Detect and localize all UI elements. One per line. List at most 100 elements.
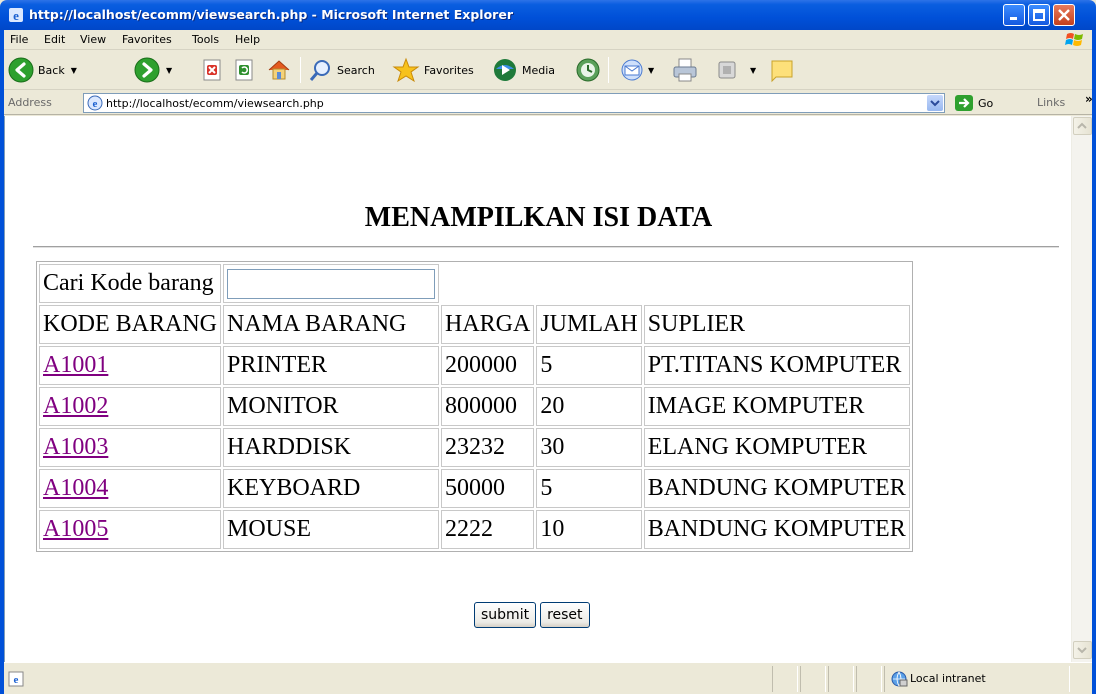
mail-icon (621, 59, 643, 81)
minimize-icon (1010, 17, 1017, 20)
search-input[interactable] (227, 268, 435, 299)
address-dropdown-button[interactable] (927, 95, 943, 111)
address-url: http://localhost/ecomm/viewsearch.php (106, 97, 324, 110)
page-status-icon: e (8, 671, 24, 687)
scroll-up-button[interactable] (1073, 117, 1092, 135)
form-buttons: submit reset (474, 602, 590, 628)
page-ie-icon: e (87, 95, 103, 111)
jumlah-cell: 5 (536, 346, 642, 385)
menu-bar: File Edit View Favorites Tools Help (4, 30, 1092, 50)
kode-link[interactable]: A1005 (43, 516, 108, 542)
messenger-button[interactable] (768, 56, 796, 84)
nama-cell: MONITOR (223, 387, 439, 426)
back-button[interactable]: Back ▼ (8, 56, 77, 84)
toolbar-overflow-icon[interactable]: » (1085, 92, 1093, 106)
kode-link[interactable]: A1003 (43, 434, 108, 460)
mail-dropdown-icon[interactable]: ▼ (648, 66, 654, 75)
kode-link[interactable]: A1001 (43, 352, 108, 378)
back-icon (8, 57, 34, 83)
status-pane (856, 666, 882, 692)
home-button[interactable] (266, 56, 292, 84)
edit-button[interactable]: ▼ (716, 56, 756, 84)
stop-icon (203, 59, 221, 81)
mail-button[interactable]: ▼ (618, 56, 654, 84)
table-row: A1004 KEYBOARD 50000 5 BANDUNG KOMPUTER (39, 469, 910, 508)
menu-file[interactable]: File (10, 33, 28, 46)
menu-view[interactable]: View (80, 33, 106, 46)
menu-help[interactable]: Help (235, 33, 260, 46)
kode-link[interactable]: A1002 (43, 393, 108, 419)
media-icon (494, 59, 516, 81)
search-label: Search (337, 63, 375, 77)
maximize-button[interactable] (1028, 4, 1050, 26)
vertical-scrollbar[interactable] (1071, 116, 1092, 662)
close-icon (1058, 9, 1070, 21)
media-label: Media (522, 63, 556, 77)
refresh-button[interactable] (234, 56, 256, 84)
local-intranet-icon (891, 671, 908, 687)
jumlah-cell: 10 (536, 510, 642, 549)
stop-button[interactable] (202, 56, 224, 84)
address-label: Address (8, 96, 52, 109)
reset-button[interactable]: reset (540, 602, 590, 628)
svg-text:e: e (93, 98, 98, 110)
windows-logo-icon (1065, 33, 1083, 46)
window-titlebar[interactable]: e http://localhost/ecomm/viewsearch.php … (0, 0, 1096, 30)
go-arrow-icon (955, 95, 973, 111)
harga-cell: 2222 (441, 510, 535, 549)
favorites-button[interactable]: Favorites (392, 56, 474, 84)
favorites-label: Favorites (424, 63, 474, 77)
toolbar-separator (300, 57, 301, 83)
search-button[interactable]: Search (309, 56, 375, 84)
suplier-cell: BANDUNG KOMPUTER (643, 469, 910, 508)
kode-cell: A1005 (39, 510, 221, 549)
submit-button[interactable]: submit (474, 602, 537, 628)
edit-icon (718, 61, 736, 79)
zone-label: Local intranet (910, 672, 986, 685)
forward-button[interactable]: ▼ (134, 56, 172, 84)
column-header-harga: HARGA (441, 305, 535, 344)
jumlah-cell: 20 (536, 387, 642, 426)
refresh-icon (235, 59, 253, 81)
favorites-star-icon (392, 57, 420, 83)
status-pane (828, 666, 854, 692)
search-icon (309, 60, 330, 81)
forward-dropdown-icon[interactable]: ▼ (166, 66, 172, 75)
table-row: A1001 PRINTER 200000 5 PT.TITANS KOMPUTE… (39, 346, 910, 385)
minimize-button[interactable] (1003, 4, 1025, 26)
nama-cell: MOUSE (223, 510, 439, 549)
history-icon (576, 58, 600, 82)
menu-favorites[interactable]: Favorites (122, 33, 172, 46)
history-button[interactable] (575, 56, 601, 84)
forward-icon (134, 57, 160, 83)
address-field[interactable]: e http://localhost/ecomm/viewsearch.php (83, 93, 945, 113)
scroll-down-button[interactable] (1073, 641, 1092, 659)
nama-cell: PRINTER (223, 346, 439, 385)
column-header-suplier: SUPLIER (643, 305, 910, 344)
print-button[interactable] (671, 56, 699, 84)
close-button[interactable] (1053, 4, 1075, 26)
chevron-down-icon (930, 100, 940, 107)
edit-dropdown-icon[interactable]: ▼ (750, 66, 756, 75)
media-button[interactable]: Media (492, 56, 555, 84)
jumlah-cell: 5 (536, 469, 642, 508)
table-header-row: KODE BARANG NAMA BARANG HARGA JUMLAH SUP… (39, 305, 910, 344)
suplier-cell: BANDUNG KOMPUTER (643, 510, 910, 549)
kode-cell: A1003 (39, 428, 221, 467)
home-icon (268, 60, 290, 80)
go-button[interactable]: Go (954, 94, 993, 112)
nama-cell: HARDDISK (223, 428, 439, 467)
table-row: A1005 MOUSE 2222 10 BANDUNG KOMPUTER (39, 510, 910, 549)
status-bar: e Local intranet (4, 662, 1092, 694)
back-dropdown-icon[interactable]: ▼ (71, 66, 77, 75)
column-header-kode: KODE BARANG (39, 305, 221, 344)
links-toolbar[interactable]: Links (1037, 96, 1065, 109)
kode-link[interactable]: A1004 (43, 475, 108, 501)
harga-cell: 800000 (441, 387, 535, 426)
menu-tools[interactable]: Tools (192, 33, 219, 46)
nama-cell: KEYBOARD (223, 469, 439, 508)
svg-text:e: e (14, 674, 19, 686)
harga-cell: 200000 (441, 346, 535, 385)
go-label: Go (978, 96, 994, 110)
menu-edit[interactable]: Edit (44, 33, 65, 46)
